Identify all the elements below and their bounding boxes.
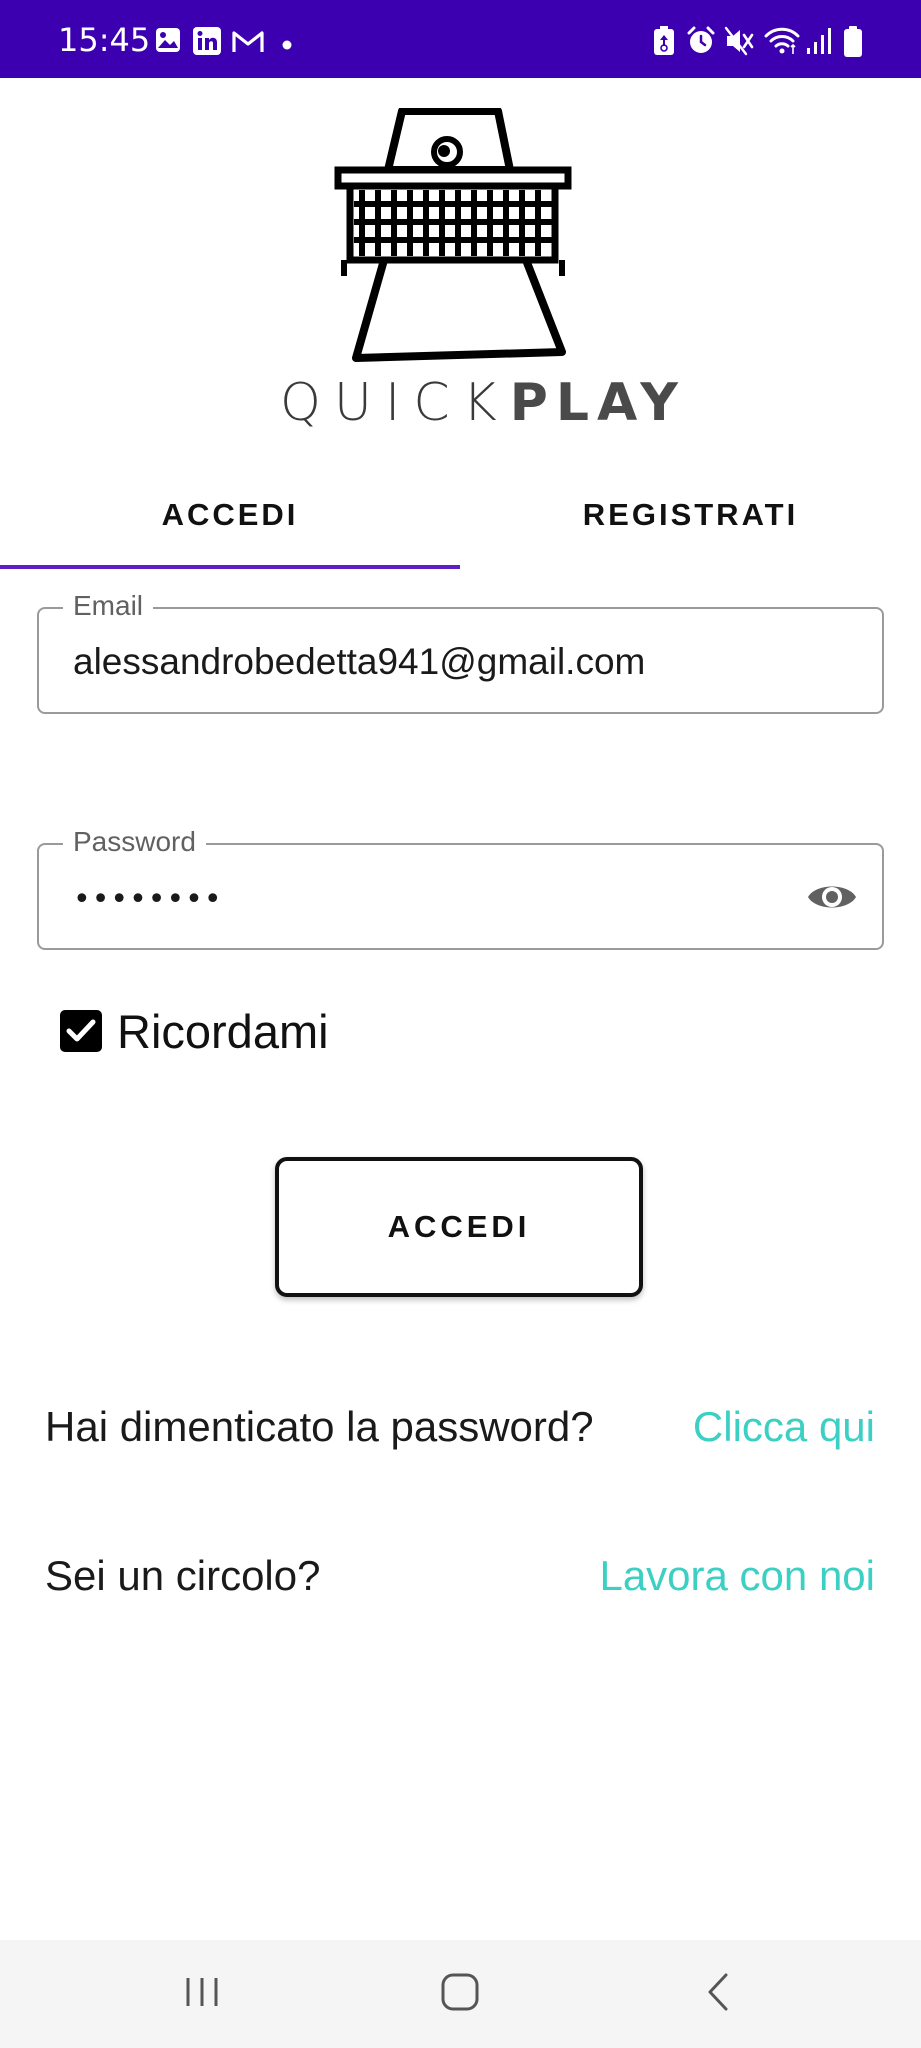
signal-icon xyxy=(807,28,831,54)
status-bar: 15:45 xyxy=(0,0,921,78)
work-with-us-link[interactable]: Lavora con noi xyxy=(599,1551,875,1601)
password-field-label: Password xyxy=(63,825,206,859)
alarm-icon xyxy=(687,26,715,53)
eye-icon[interactable] xyxy=(806,875,858,919)
password-field-value[interactable]: •••••••• xyxy=(73,879,223,921)
status-time: 15:45 xyxy=(58,21,151,59)
password-field[interactable]: Password •••••••• xyxy=(37,825,884,950)
battery-icon xyxy=(844,26,862,57)
gmail-icon xyxy=(232,31,264,52)
remember-label: Ricordami xyxy=(117,1005,329,1058)
email-field-label: Email xyxy=(63,589,154,623)
forgot-password-text: Hai dimenticato la password? xyxy=(45,1403,594,1450)
email-field[interactable]: Email alessandrobedetta941@gmail.com xyxy=(37,589,884,714)
linkedin-icon xyxy=(193,27,221,55)
wordmark-quick: QUICK xyxy=(280,373,510,433)
wordmark-play: PLAY xyxy=(509,373,686,433)
battery-saver-icon xyxy=(654,26,674,55)
club-question-text: Sei un circolo? xyxy=(45,1552,321,1599)
tab-indicator xyxy=(0,565,460,569)
back-icon[interactable] xyxy=(704,1968,734,2016)
tab-accedi[interactable]: ACCEDI xyxy=(0,490,460,540)
dot-icon xyxy=(282,40,292,50)
check-icon xyxy=(66,1019,96,1042)
home-icon[interactable] xyxy=(440,1968,480,2016)
tab-registrati[interactable]: REGISTRATI xyxy=(460,490,921,540)
system-nav-bar xyxy=(0,1940,921,2048)
login-button[interactable]: ACCEDI xyxy=(275,1157,643,1297)
gallery-icon xyxy=(156,28,180,52)
app-wordmark: QUICKPLAY xyxy=(280,373,678,433)
wifi-icon xyxy=(764,27,800,54)
email-field-value[interactable]: alessandrobedetta941@gmail.com xyxy=(73,641,645,683)
remember-checkbox[interactable] xyxy=(60,1010,102,1052)
quickplay-logo-icon xyxy=(334,108,572,362)
mute-icon xyxy=(724,26,754,56)
recent-apps-icon[interactable] xyxy=(184,1968,220,2016)
forgot-password-link[interactable]: Clicca qui xyxy=(693,1402,875,1452)
